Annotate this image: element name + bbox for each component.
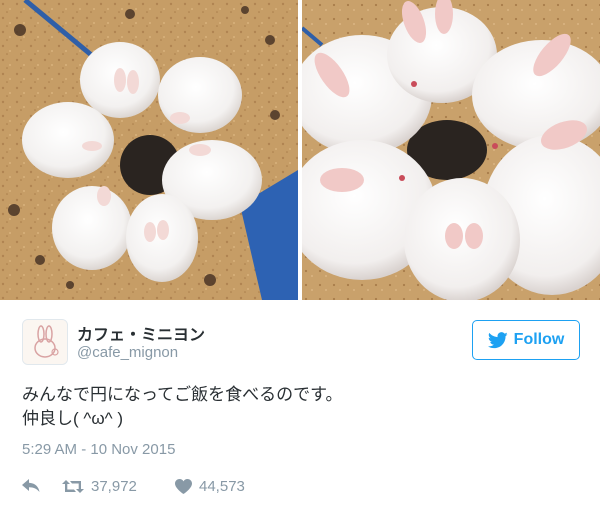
like-button[interactable]: 44,573 — [175, 478, 245, 495]
rabbit-logo-icon — [23, 320, 67, 364]
follow-label: Follow — [513, 331, 565, 348]
tweet-media — [0, 0, 600, 300]
like-count: 44,573 — [199, 477, 245, 495]
retweet-icon — [62, 479, 84, 493]
twitter-bird-icon — [487, 331, 508, 348]
retweet-count: 37,972 — [91, 477, 137, 495]
tweet-author-header: カフェ・ミニヨン @cafe_mignon Follow — [22, 316, 580, 368]
tweet-text: みんなで円になってご飯を食べるのです。 仲良し( ^ω^ ) — [22, 383, 582, 431]
display-name[interactable]: カフェ・ミニヨン — [77, 321, 205, 345]
tweet-actions: 37,972 44,573 — [22, 474, 245, 498]
tweet-text-line: みんなで円になってご飯を食べるのです。 — [22, 385, 343, 404]
avatar[interactable] — [22, 319, 68, 365]
photo-bunnies-circle-top-view[interactable] — [0, 0, 298, 300]
reply-button[interactable] — [22, 479, 62, 493]
user-handle[interactable]: @cafe_mignon — [77, 344, 178, 361]
reply-arrow-icon — [22, 479, 40, 492]
follow-button[interactable]: Follow — [472, 320, 580, 360]
tweet-timestamp[interactable]: 5:29 AM - 10 Nov 2015 — [22, 441, 175, 458]
heart-icon — [175, 478, 192, 494]
photo-bunnies-closeup[interactable] — [302, 0, 600, 300]
tweet-text-line: 仲良し( ^ω^ ) — [22, 409, 123, 428]
retweet-button[interactable]: 37,972 — [62, 478, 175, 495]
